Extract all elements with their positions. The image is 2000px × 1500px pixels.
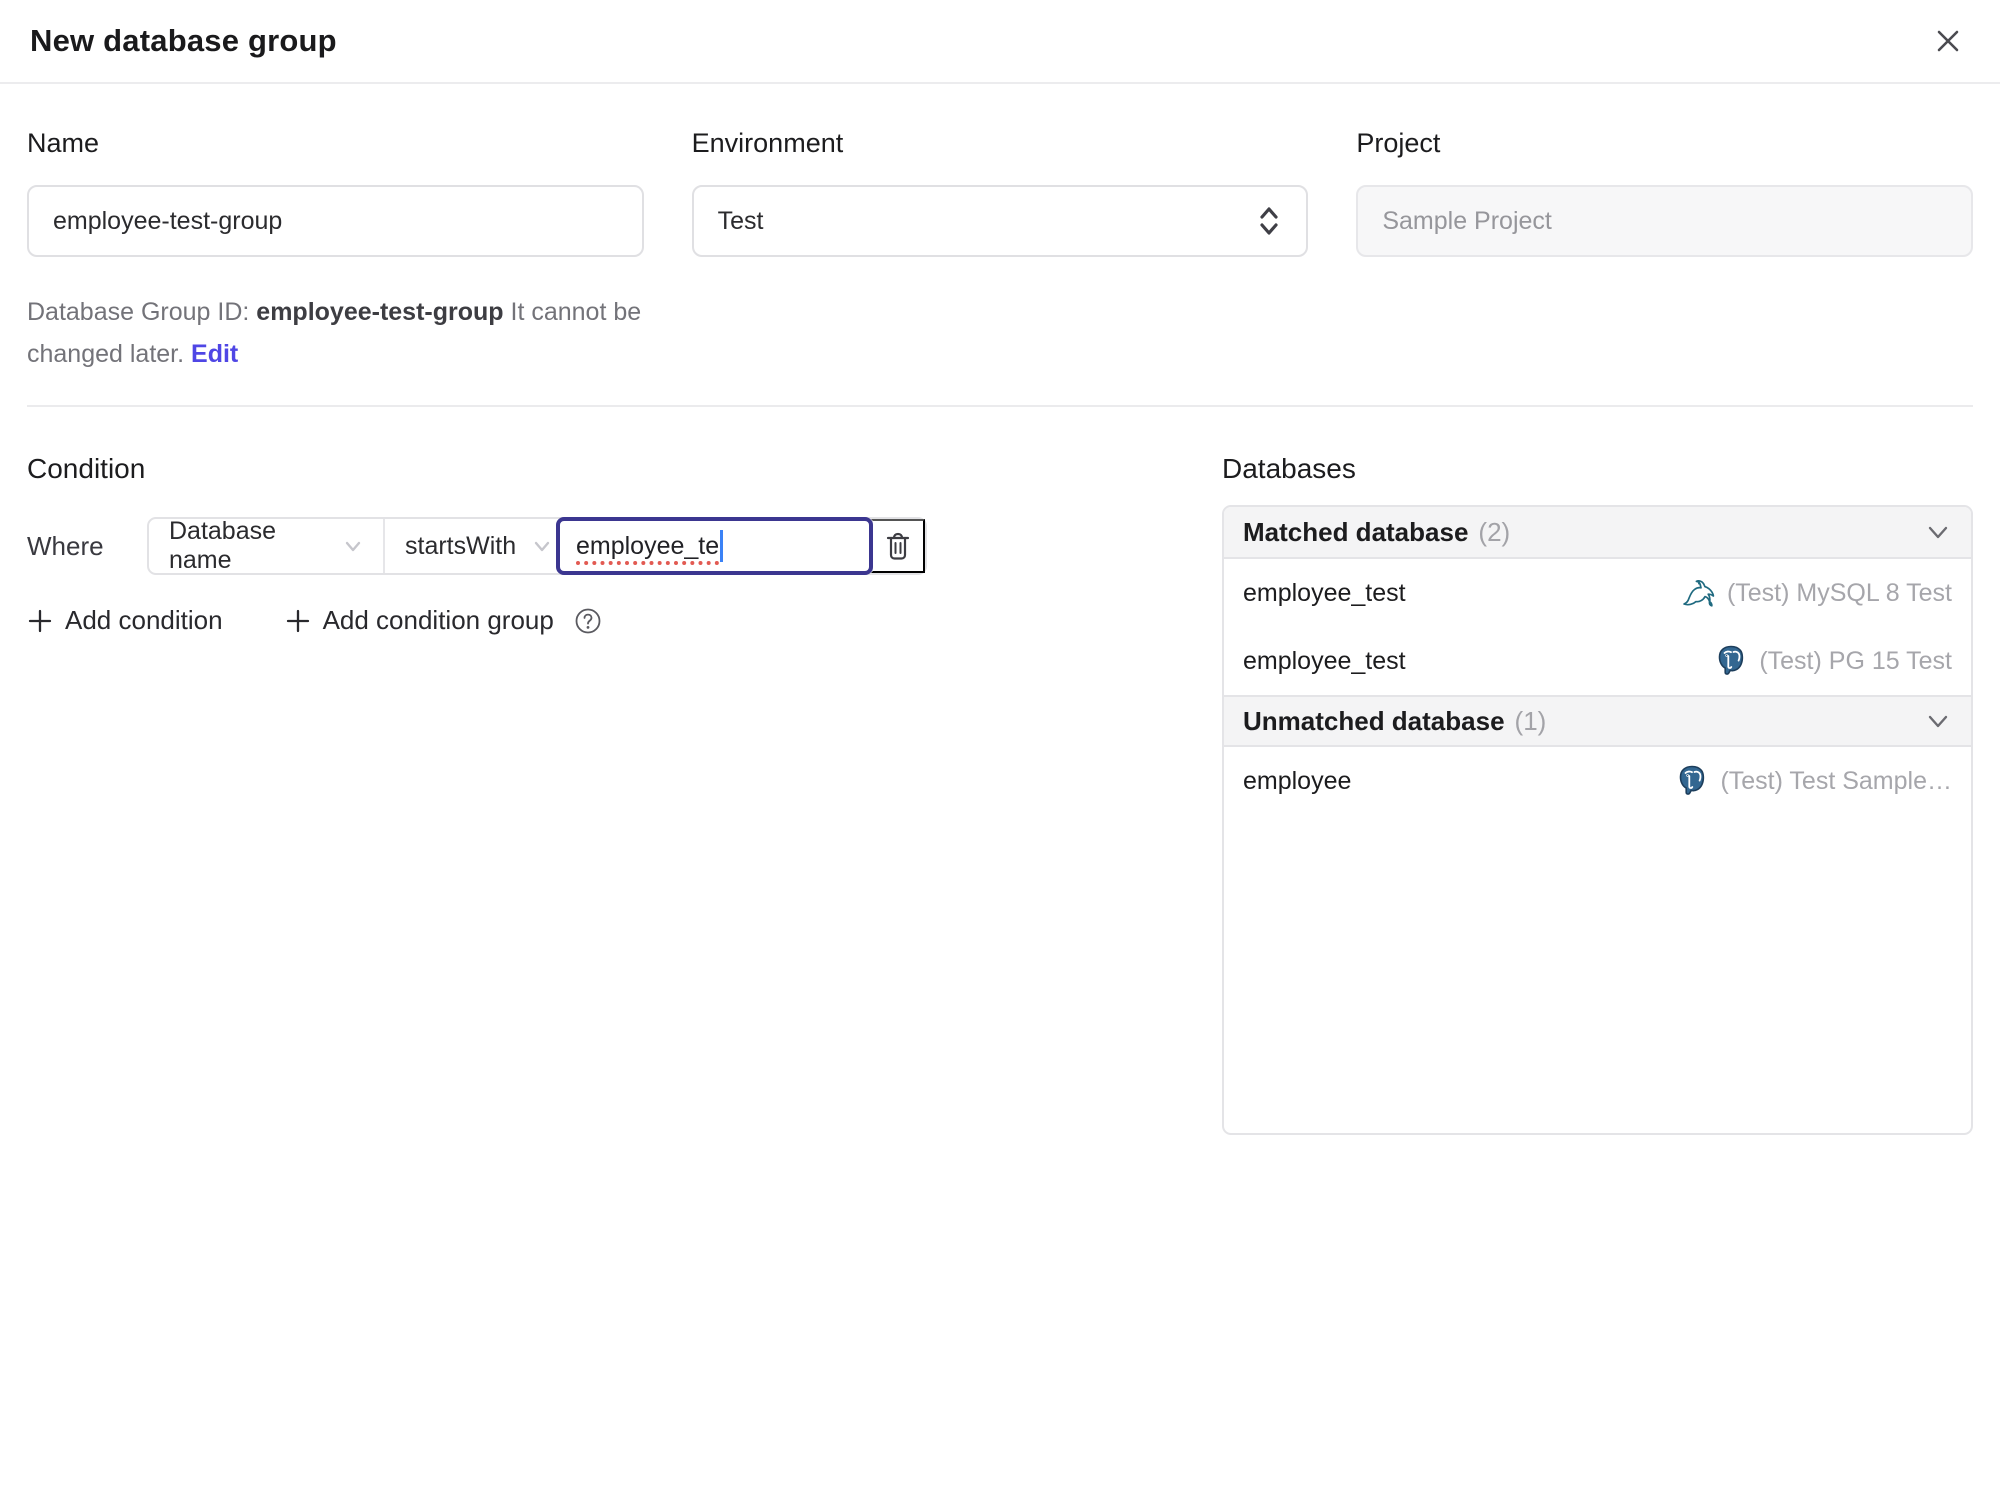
engine-icon-slot bbox=[1682, 576, 1716, 610]
name-label: Name bbox=[27, 128, 100, 158]
name-field-block: Name employee-test-group Database Group … bbox=[27, 128, 644, 375]
condition-operator-select[interactable]: startsWith bbox=[385, 519, 558, 573]
trash-icon bbox=[886, 532, 910, 560]
condition-value-input[interactable]: employee_te bbox=[556, 517, 873, 575]
chevron-down-icon bbox=[1928, 526, 1948, 539]
environment-label: Environment bbox=[691, 128, 844, 158]
dialog-title: New database group bbox=[30, 23, 337, 58]
condition-heading: Condition bbox=[27, 453, 146, 484]
where-label: Where bbox=[27, 530, 104, 561]
matched-database-title: Matched database (2) bbox=[1243, 517, 1510, 548]
matched-database-label: Matched database bbox=[1243, 516, 1469, 547]
databases-section: Databases Matched database (2) employee_t… bbox=[1222, 453, 1973, 1135]
edit-id-link[interactable]: Edit bbox=[191, 340, 238, 368]
name-input[interactable]: employee-test-group bbox=[27, 185, 644, 257]
name-input-value: employee-test-group bbox=[53, 206, 283, 235]
condition-section: Condition Where Database name startsWith bbox=[27, 453, 1176, 636]
condition-actions: Add condition Add condition group bbox=[27, 605, 1176, 636]
group-id-note-prefix: Database Group ID: bbox=[27, 298, 257, 326]
databases-panel: Matched database (2) employee_test (Test… bbox=[1222, 505, 1973, 1135]
group-form: Name employee-test-group Database Group … bbox=[27, 128, 1973, 375]
environment-field-block: Environment Test bbox=[691, 128, 1309, 375]
help-tooltip-trigger[interactable] bbox=[574, 607, 602, 635]
add-condition-button[interactable]: Add condition bbox=[27, 605, 223, 636]
database-name: employee bbox=[1243, 766, 1352, 795]
group-id-value: employee-test-group bbox=[256, 298, 504, 326]
chevron-down-icon bbox=[534, 541, 550, 552]
chevron-down-icon bbox=[345, 541, 361, 552]
database-row: employee (Test) Test Sample… bbox=[1224, 747, 1971, 815]
question-mark-icon bbox=[575, 608, 601, 633]
environment-selected-value: Test bbox=[717, 206, 764, 235]
chevron-down-icon bbox=[1928, 715, 1948, 728]
database-instance: (Test) MySQL 8 Test bbox=[1682, 576, 1952, 610]
chevron-up-down-icon bbox=[1260, 207, 1278, 235]
close-icon bbox=[1937, 30, 1959, 52]
close-button[interactable] bbox=[1926, 19, 1970, 63]
matched-database-count: (2) bbox=[1478, 516, 1511, 547]
plus-icon bbox=[286, 609, 309, 632]
database-row: employee_test bbox=[1224, 627, 1971, 695]
databases-heading: Databases bbox=[1222, 453, 1356, 484]
unmatched-database-label: Unmatched database bbox=[1243, 705, 1505, 736]
add-condition-label: Add condition bbox=[65, 605, 223, 635]
text-caret bbox=[720, 530, 724, 562]
database-name: employee_test bbox=[1243, 578, 1406, 607]
database-row: employee_test bbox=[1224, 559, 1971, 627]
header-section-divider bbox=[27, 405, 1973, 407]
project-input-value: Sample Project bbox=[1382, 206, 1552, 235]
condition-expression-group: Database name startsWith employee_te bbox=[147, 517, 927, 575]
unmatched-database-title: Unmatched database (1) bbox=[1243, 706, 1546, 737]
add-condition-group-label: Add condition group bbox=[322, 605, 554, 635]
postgres-icon bbox=[1680, 765, 1705, 795]
environment-select[interactable]: Test bbox=[691, 185, 1309, 257]
condition-row: Where Database name startsWith employee_… bbox=[27, 517, 1176, 575]
group-id-note: Database Group ID: employee-test-group I… bbox=[27, 291, 644, 375]
condition-field-select[interactable]: Database name bbox=[149, 517, 385, 574]
database-instance: (Test) Test Sample… bbox=[1675, 764, 1952, 798]
matched-database-header[interactable]: Matched database (2) bbox=[1224, 507, 1971, 559]
unmatched-database-header[interactable]: Unmatched database (1) bbox=[1224, 695, 1971, 747]
delete-condition-button[interactable] bbox=[871, 519, 925, 573]
condition-field-value: Database name bbox=[169, 517, 277, 574]
database-instance-label: (Test) PG 15 Test bbox=[1759, 646, 1952, 675]
project-field-block: Project Sample Project bbox=[1356, 128, 1973, 375]
database-name: employee_test bbox=[1243, 646, 1406, 675]
unmatched-database-count: (1) bbox=[1514, 705, 1547, 736]
mysql-icon bbox=[1683, 580, 1715, 607]
dialog-header: New database group bbox=[0, 0, 2000, 84]
database-instance-label: (Test) Test Sample… bbox=[1720, 766, 1952, 795]
plus-icon bbox=[28, 609, 52, 632]
database-instance: (Test) PG 15 Test bbox=[1714, 644, 1952, 678]
project-input[interactable]: Sample Project bbox=[1356, 185, 1973, 257]
condition-operator-value: startsWith bbox=[405, 531, 517, 560]
engine-icon-slot bbox=[1714, 644, 1748, 678]
engine-icon-slot bbox=[1675, 764, 1709, 798]
postgres-icon bbox=[1719, 645, 1744, 675]
add-condition-group-button[interactable]: Add condition group bbox=[285, 605, 554, 636]
database-instance-label: (Test) MySQL 8 Test bbox=[1726, 578, 1952, 607]
project-label: Project bbox=[1356, 128, 1441, 158]
condition-value-text: employee_te bbox=[576, 531, 720, 560]
